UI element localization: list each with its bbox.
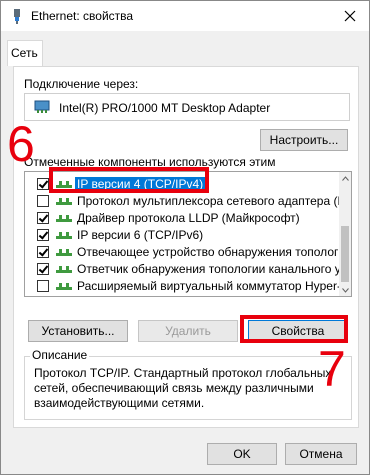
checkbox[interactable] [37,246,49,258]
checkbox[interactable] [37,263,49,275]
list-item[interactable]: Расширяемый виртуальный коммутатор Hyper… [25,278,349,295]
list-item[interactable]: IP версии 6 (TCP/IPv6) [25,227,341,244]
ok-button[interactable]: OK [207,443,277,465]
network-card-icon [34,100,50,113]
checkbox[interactable] [37,195,49,207]
list-item[interactable]: Протокол мультиплексора сетевого адаптер… [25,193,351,210]
list-item-label: Расширяемый виртуальный коммутатор Hyper… [77,279,349,293]
description-text: Протокол TCP/IP. Стандартный протокол гл… [34,366,332,410]
checkbox[interactable] [37,229,49,241]
close-icon [344,10,356,22]
chevron-down-icon [341,287,349,293]
annotation-step-7: 7 [318,341,346,397]
list-item-label: Драйвер протокола LLDP (Майкрософт) [77,211,300,225]
protocol-icon [56,283,72,290]
list-item-label: Ответчик обнаружения топологии канальног… [77,262,352,276]
chevron-up-icon [341,175,349,181]
list-item[interactable]: Ответчик обнаружения топологии канальног… [25,261,351,278]
checkbox[interactable] [37,280,49,292]
protocol-icon [56,232,72,239]
install-button[interactable]: Установить... [28,320,128,342]
scroll-thumb[interactable] [341,226,349,282]
scroll-down-button[interactable] [339,284,351,296]
network-adapter-icon [14,9,20,24]
checkbox[interactable] [37,178,49,190]
list-item[interactable]: Отвечающее устройство обнаружения тополо… [25,244,351,261]
annotation-box-ipv4 [49,167,209,193]
title-bar: Ethernet: свойства [1,1,369,31]
cancel-button[interactable]: Отмена [285,443,357,465]
vertical-scrollbar[interactable] [339,172,351,296]
scroll-up-button[interactable] [339,172,351,184]
close-button[interactable] [339,5,361,27]
protocol-icon [56,215,72,222]
remove-button[interactable]: Удалить [138,320,238,342]
tab-strip: Сеть [1,31,369,67]
checkbox[interactable] [37,212,49,224]
list-item-label: Отвечающее устройство обнаружения тополо… [77,245,352,259]
connect-using-label: Подключение через: [24,77,139,91]
window-title: Ethernet: свойства [31,9,134,23]
adapter-name: Intel(R) PRO/1000 MT Desktop Adapter [59,101,271,115]
protocol-icon [56,249,72,256]
list-item-label: IP версии 6 (TCP/IPv6) [77,228,204,242]
list-item[interactable]: Драйвер протокола LLDP (Майкрософт) [25,210,341,227]
protocol-icon [56,198,72,205]
adapter-field: Intel(R) PRO/1000 MT Desktop Adapter [24,93,350,121]
tab-network[interactable]: Сеть [7,40,43,66]
properties-dialog: Ethernet: свойства Сеть Подключение чере… [0,0,370,475]
description-legend: Описание [30,348,90,362]
list-item-label: Протокол мультиплексора сетевого адаптер… [77,194,352,208]
annotation-step-6: 6 [7,116,35,172]
protocol-icon [56,266,72,273]
annotation-box-properties [240,315,348,343]
configure-button[interactable]: Настроить... [260,129,348,151]
network-tab-panel: Подключение через: Intel(R) PRO/1000 MT … [13,66,359,428]
